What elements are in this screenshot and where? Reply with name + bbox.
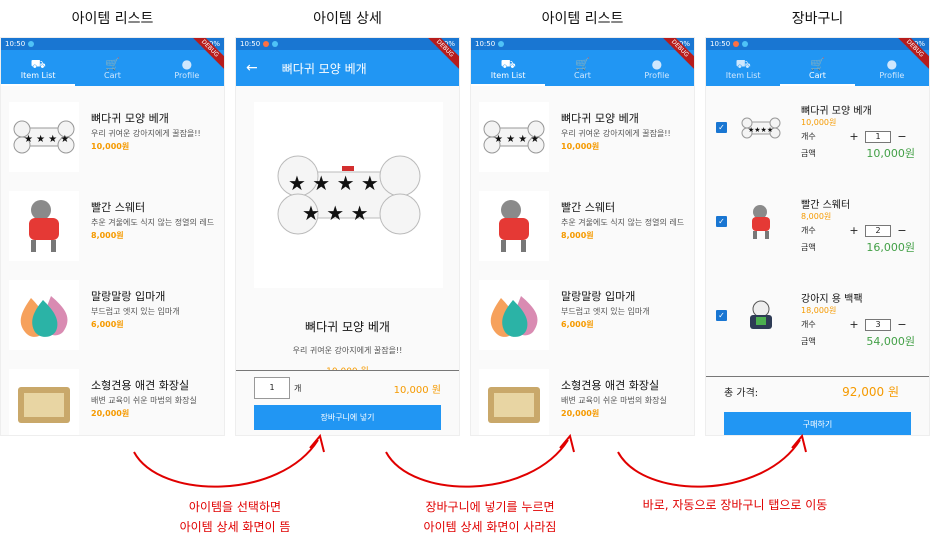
flow-arrow-1 xyxy=(133,439,319,488)
annotation-2: 장바구니에 넣기를 누르면 아이템 상세 화면이 사라짐 xyxy=(395,497,585,537)
annotation-2-line2: 아이템 상세 화면이 사라짐 xyxy=(423,520,557,534)
flow-arrows xyxy=(133,433,807,488)
flow-arrow-2 xyxy=(385,439,569,488)
annotation-1-line1: 아이템을 선택하면 xyxy=(188,500,282,514)
annotation-1: 아이템을 선택하면 아이템 상세 화면이 뜸 xyxy=(150,497,320,537)
flow-arrow-3 xyxy=(617,439,801,488)
annotation-1-line2: 아이템 상세 화면이 뜸 xyxy=(179,520,291,534)
annotation-3: 바로, 자동으로 장바구니 탭으로 이동 xyxy=(642,498,828,512)
annotation-2-line1: 장바구니에 넣기를 누르면 xyxy=(425,500,555,514)
